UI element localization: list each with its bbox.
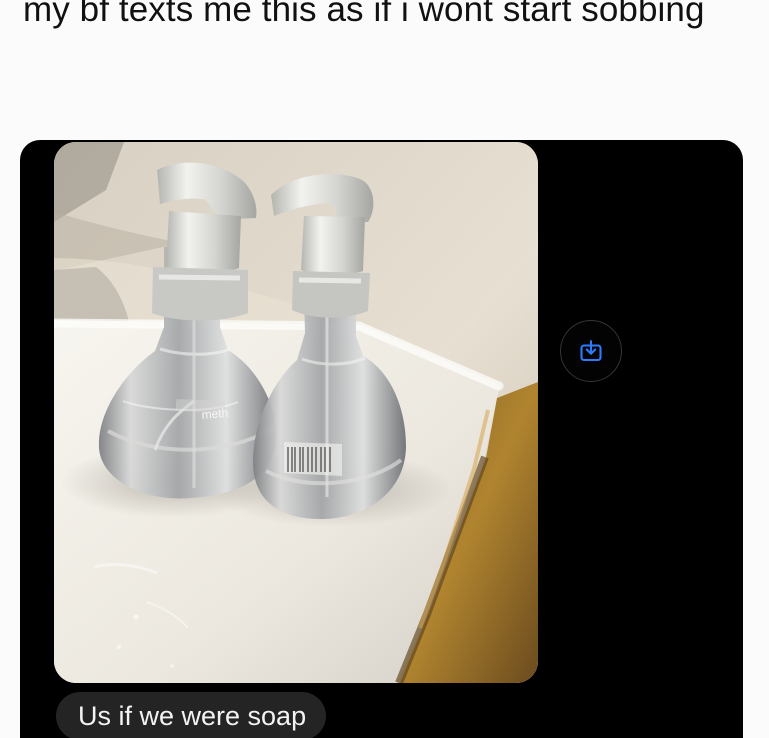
meme-screenshot: my bf texts me this as if i wont start s… <box>0 0 769 738</box>
message-thread: meth Us if we were soap <box>20 140 743 738</box>
photo-message[interactable]: meth <box>54 142 538 683</box>
message-text: Us if we were soap <box>78 700 307 731</box>
soap-bottles-photo: meth <box>54 142 538 683</box>
post-caption: my bf texts me this as if i wont start s… <box>23 0 705 29</box>
bottle-brand-text: meth <box>201 406 229 422</box>
message-bubble[interactable]: Us if we were soap <box>56 692 327 738</box>
download-icon <box>580 340 602 362</box>
save-image-button[interactable] <box>560 320 622 382</box>
